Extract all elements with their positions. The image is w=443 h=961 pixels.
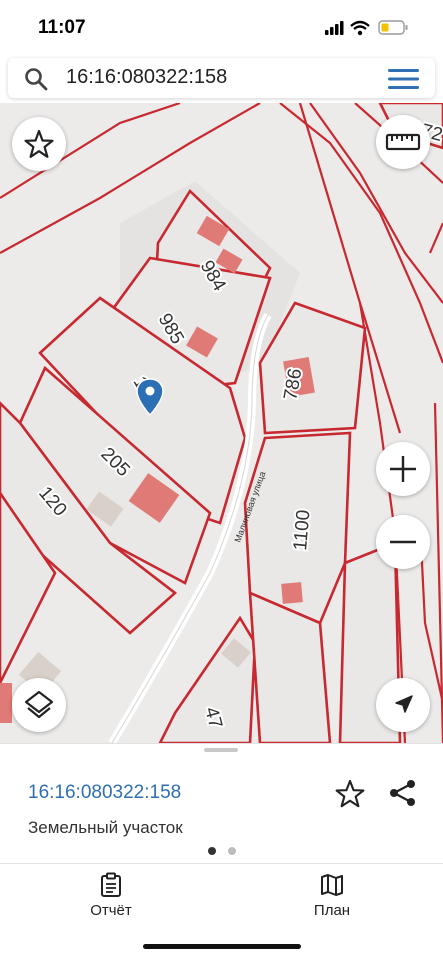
favorite-button[interactable] <box>12 117 66 171</box>
parcel-label[interactable]: 1100 <box>288 507 316 554</box>
tab-plan[interactable]: План <box>272 872 392 924</box>
layers-icon <box>24 690 54 719</box>
tab-report[interactable]: Отчёт <box>51 872 171 924</box>
locate-me-button[interactable] <box>376 678 430 732</box>
info-sheet[interactable]: 16:16:080322:158 Земельный участок <box>0 743 443 864</box>
zoom-in-button[interactable] <box>376 442 430 496</box>
page-indicator <box>206 847 238 855</box>
page-dot-active <box>208 847 216 855</box>
ruler-button[interactable] <box>376 115 430 169</box>
status-bar: 11:07 <box>0 0 443 56</box>
status-time: 11:07 <box>38 17 86 38</box>
sheet-grab-handle[interactable] <box>204 748 238 752</box>
cadastral-map[interactable]: Малиновая улица 984 985 158 205 120 786 … <box>0 103 443 743</box>
tab-plan-label: План <box>313 902 351 919</box>
zoom-out-button[interactable] <box>376 515 430 569</box>
home-indicator[interactable] <box>143 944 301 949</box>
cadastral-number[interactable]: 16:16:080322:158 <box>28 782 181 804</box>
status-icons <box>325 18 421 38</box>
share-icon[interactable] <box>388 778 418 808</box>
wifi-icon <box>350 20 370 36</box>
search-bar[interactable]: 16:16:080322:158 <box>8 58 435 98</box>
map-view[interactable]: Малиновая улица 984 985 158 205 120 786 … <box>0 103 443 743</box>
layers-button[interactable] <box>12 678 66 732</box>
object-type: Земельный участок <box>28 818 183 837</box>
search-input[interactable]: 16:16:080322:158 <box>66 66 227 89</box>
star-icon <box>24 129 54 158</box>
signal-icon <box>325 21 344 35</box>
map-plan-icon <box>321 874 343 896</box>
battery-icon <box>378 20 408 35</box>
report-clipboard-icon <box>101 872 121 897</box>
star-icon[interactable] <box>334 778 366 810</box>
page-dot <box>228 847 236 855</box>
search-icon[interactable] <box>24 67 48 91</box>
tab-report-label: Отчёт <box>90 902 132 919</box>
plus-icon <box>390 456 416 482</box>
ruler-icon <box>385 133 421 151</box>
location-arrow-icon <box>395 695 413 713</box>
hamburger-menu-icon[interactable] <box>388 68 420 90</box>
minus-icon <box>390 540 416 544</box>
